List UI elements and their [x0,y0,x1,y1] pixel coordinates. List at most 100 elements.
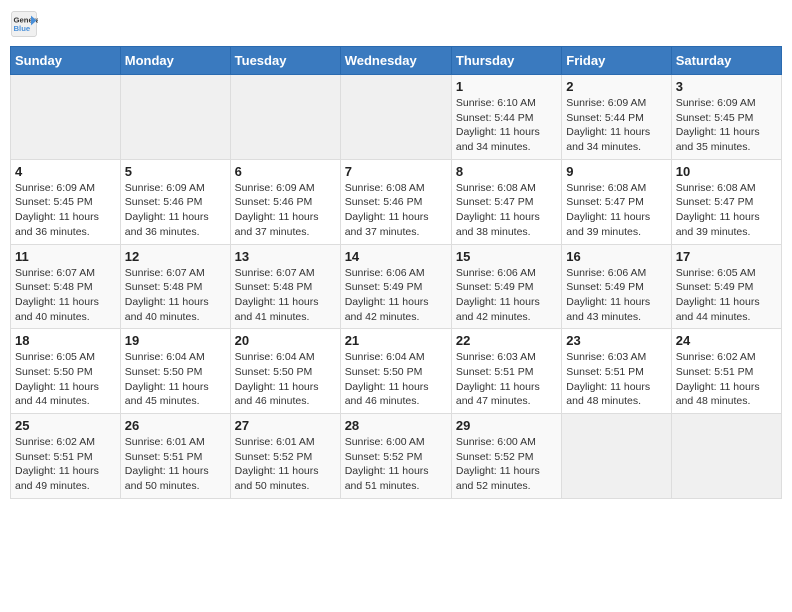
calendar-cell: 22 Sunrise: 6:03 AMSunset: 5:51 PMDayligh… [451,329,561,414]
calendar-cell: 1 Sunrise: 6:10 AMSunset: 5:44 PMDaylight… [451,75,561,160]
calendar-week-3: 18 Sunrise: 6:05 AMSunset: 5:50 PMDayligh… [11,329,782,414]
calendar-cell: 17 Sunrise: 6:05 AMSunset: 5:49 PMDayligh… [671,244,781,329]
day-info: Sunrise: 6:00 AMSunset: 5:52 PMDaylight:… [345,435,447,494]
day-info: Sunrise: 6:08 AMSunset: 5:46 PMDaylight:… [345,181,447,240]
day-number: 25 [15,418,116,433]
day-info: Sunrise: 6:04 AMSunset: 5:50 PMDaylight:… [235,350,336,409]
day-info: Sunrise: 6:02 AMSunset: 5:51 PMDaylight:… [15,435,116,494]
day-number: 2 [566,79,666,94]
day-number: 24 [676,333,777,348]
calendar-cell: 5 Sunrise: 6:09 AMSunset: 5:46 PMDaylight… [120,159,230,244]
calendar-cell: 14Sunrise: 6:06 AMSunset: 5:49 PMDayligh… [340,244,451,329]
calendar-header-row: SundayMondayTuesdayWednesdayThursdayFrid… [11,47,782,75]
day-number: 22 [456,333,557,348]
calendar-cell: 15 Sunrise: 6:06 AMSunset: 5:49 PMDayligh… [451,244,561,329]
day-info: Sunrise: 6:07 AMSunset: 5:48 PMDaylight:… [125,266,226,325]
calendar-cell: 3 Sunrise: 6:09 AMSunset: 5:45 PMDaylight… [671,75,781,160]
day-number: 1 [456,79,557,94]
calendar-cell: 6 Sunrise: 6:09 AMSunset: 5:46 PMDaylight… [230,159,340,244]
day-number: 27 [235,418,336,433]
day-info: Sunrise: 6:08 AMSunset: 5:47 PMDaylight:… [566,181,666,240]
day-number: 29 [456,418,557,433]
header-thursday: Thursday [451,47,561,75]
day-info: Sunrise: 6:06 AMSunset: 5:49 PMDaylight:… [566,266,666,325]
calendar-cell: 29 Sunrise: 6:00 AMSunset: 5:52 PMDayligh… [451,414,561,499]
day-info: Sunrise: 6:09 AMSunset: 5:45 PMDaylight:… [15,181,116,240]
day-info: Sunrise: 6:09 AMSunset: 5:44 PMDaylight:… [566,96,666,155]
day-number: 18 [15,333,116,348]
day-number: 8 [456,164,557,179]
day-info: Sunrise: 6:09 AMSunset: 5:45 PMDaylight:… [676,96,777,155]
day-info: Sunrise: 6:01 AMSunset: 5:52 PMDaylight:… [235,435,336,494]
calendar-cell: 23 Sunrise: 6:03 AMSunset: 5:51 PMDayligh… [562,329,671,414]
header-sunday: Sunday [11,47,121,75]
calendar-cell: 25 Sunrise: 6:02 AMSunset: 5:51 PMDayligh… [11,414,121,499]
calendar-cell: 26Sunrise: 6:01 AMSunset: 5:51 PMDayligh… [120,414,230,499]
day-info: Sunrise: 6:10 AMSunset: 5:44 PMDaylight:… [456,96,557,155]
day-info: Sunrise: 6:07 AMSunset: 5:48 PMDaylight:… [15,266,116,325]
calendar-cell [340,75,451,160]
calendar-table: SundayMondayTuesdayWednesdayThursdayFrid… [10,46,782,499]
day-number: 10 [676,164,777,179]
day-info: Sunrise: 6:00 AMSunset: 5:52 PMDaylight:… [456,435,557,494]
day-info: Sunrise: 6:04 AMSunset: 5:50 PMDaylight:… [125,350,226,409]
calendar-cell: 16 Sunrise: 6:06 AMSunset: 5:49 PMDayligh… [562,244,671,329]
day-number: 21 [345,333,447,348]
day-number: 12 [125,249,226,264]
header-monday: Monday [120,47,230,75]
logo: General Blue [10,10,42,38]
calendar-cell: 20Sunrise: 6:04 AMSunset: 5:50 PMDayligh… [230,329,340,414]
calendar-cell: 13 Sunrise: 6:07 AMSunset: 5:48 PMDayligh… [230,244,340,329]
day-number: 6 [235,164,336,179]
header-wednesday: Wednesday [340,47,451,75]
calendar-cell: 12 Sunrise: 6:07 AMSunset: 5:48 PMDayligh… [120,244,230,329]
calendar-cell [562,414,671,499]
day-info: Sunrise: 6:07 AMSunset: 5:48 PMDaylight:… [235,266,336,325]
calendar-cell: 4 Sunrise: 6:09 AMSunset: 5:45 PMDaylight… [11,159,121,244]
day-number: 4 [15,164,116,179]
calendar-cell: 8 Sunrise: 6:08 AMSunset: 5:47 PMDaylight… [451,159,561,244]
day-info: Sunrise: 6:06 AMSunset: 5:49 PMDaylight:… [345,266,447,325]
day-number: 23 [566,333,666,348]
calendar-cell [671,414,781,499]
day-number: 5 [125,164,226,179]
day-info: Sunrise: 6:08 AMSunset: 5:47 PMDaylight:… [456,181,557,240]
calendar-cell: 21 Sunrise: 6:04 AMSunset: 5:50 PMDayligh… [340,329,451,414]
calendar-cell: 27 Sunrise: 6:01 AMSunset: 5:52 PMDayligh… [230,414,340,499]
page-header: General Blue [10,10,782,38]
day-number: 3 [676,79,777,94]
calendar-week-1: 4 Sunrise: 6:09 AMSunset: 5:45 PMDaylight… [11,159,782,244]
calendar-cell [120,75,230,160]
svg-text:Blue: Blue [14,24,31,33]
calendar-cell: 18 Sunrise: 6:05 AMSunset: 5:50 PMDayligh… [11,329,121,414]
day-info: Sunrise: 6:03 AMSunset: 5:51 PMDaylight:… [456,350,557,409]
day-info: Sunrise: 6:02 AMSunset: 5:51 PMDaylight:… [676,350,777,409]
day-info: Sunrise: 6:08 AMSunset: 5:47 PMDaylight:… [676,181,777,240]
calendar-cell: 19 Sunrise: 6:04 AMSunset: 5:50 PMDayligh… [120,329,230,414]
calendar-cell: 9Sunrise: 6:08 AMSunset: 5:47 PMDaylight… [562,159,671,244]
day-info: Sunrise: 6:09 AMSunset: 5:46 PMDaylight:… [235,181,336,240]
calendar-cell: 24 Sunrise: 6:02 AMSunset: 5:51 PMDayligh… [671,329,781,414]
calendar-cell: 10 Sunrise: 6:08 AMSunset: 5:47 PMDayligh… [671,159,781,244]
day-info: Sunrise: 6:03 AMSunset: 5:51 PMDaylight:… [566,350,666,409]
calendar-week-2: 11 Sunrise: 6:07 AMSunset: 5:48 PMDayligh… [11,244,782,329]
day-number: 28 [345,418,447,433]
day-number: 15 [456,249,557,264]
day-info: Sunrise: 6:09 AMSunset: 5:46 PMDaylight:… [125,181,226,240]
calendar-cell: 2 Sunrise: 6:09 AMSunset: 5:44 PMDaylight… [562,75,671,160]
logo-icon: General Blue [10,10,38,38]
day-info: Sunrise: 6:04 AMSunset: 5:50 PMDaylight:… [345,350,447,409]
day-number: 7 [345,164,447,179]
day-info: Sunrise: 6:05 AMSunset: 5:50 PMDaylight:… [15,350,116,409]
day-number: 26 [125,418,226,433]
calendar-cell [230,75,340,160]
day-number: 16 [566,249,666,264]
day-number: 13 [235,249,336,264]
header-tuesday: Tuesday [230,47,340,75]
day-info: Sunrise: 6:06 AMSunset: 5:49 PMDaylight:… [456,266,557,325]
day-info: Sunrise: 6:05 AMSunset: 5:49 PMDaylight:… [676,266,777,325]
day-number: 11 [15,249,116,264]
day-number: 17 [676,249,777,264]
calendar-cell: 7 Sunrise: 6:08 AMSunset: 5:46 PMDaylight… [340,159,451,244]
day-number: 19 [125,333,226,348]
